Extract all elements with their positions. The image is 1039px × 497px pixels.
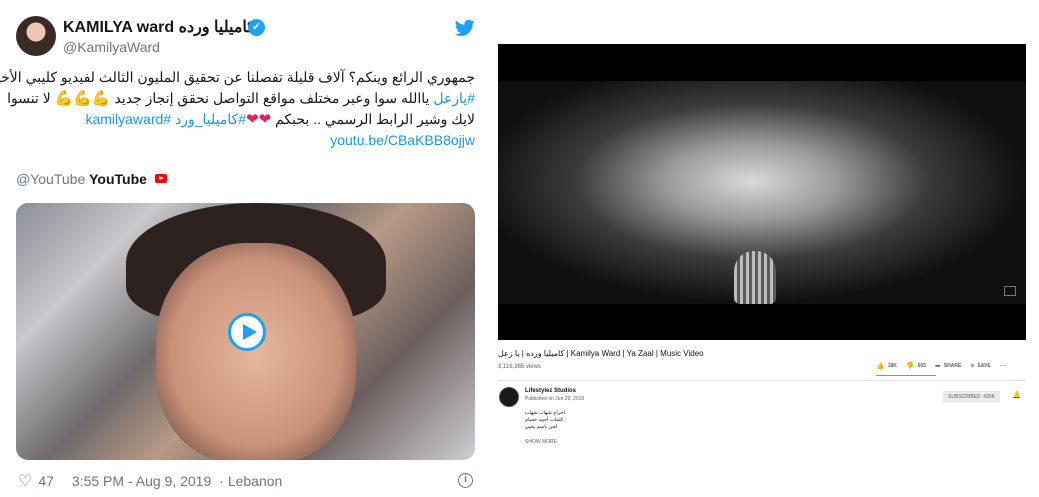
save-button[interactable]: ≡ SAVE <box>970 363 990 370</box>
youtube-logo-icon <box>154 174 167 183</box>
bell-icon[interactable]: 🔔 <box>1012 391 1021 399</box>
watermark-icon <box>1004 286 1016 296</box>
channel-avatar[interactable] <box>499 387 519 407</box>
description-line-2: كلمات أحمد حسام <box>525 417 564 423</box>
tweet-card: KAMILYA ward كاميليا ورده ✓ @KamilyaWard… <box>0 0 490 497</box>
video-description: اخراج شهاب شهاب كلمات أحمد حسام لحن باسم… <box>525 410 565 431</box>
display-name[interactable]: KAMILYA ward كاميليا ورده <box>63 17 255 37</box>
like-count[interactable]: 47 <box>38 473 54 489</box>
view-count: 3,116,365 views <box>498 364 541 370</box>
subscribed-label: SUBSCRIBED <box>948 394 981 400</box>
share-icon: ➦ <box>934 363 941 370</box>
video-title: كاميليا ورده | يا زعل | Kamilya Ward | Y… <box>498 349 704 358</box>
red-heart-emoji: ❤❤ <box>246 111 272 128</box>
description-line-3: لحن باسم يحيى <box>525 424 558 430</box>
like-button[interactable]: 👍 18K <box>876 362 897 370</box>
tweet-text: جمهوري الرائع وينكم؟ آلاف قليلة تفصلنا ع… <box>0 67 475 151</box>
description-line-1: اخراج شهاب شهاب <box>524 410 565 416</box>
tweet-text-line-3-body: لايك وشير الرابط الرسمي .. بحبكم <box>271 111 475 127</box>
thumb-down-icon: 👎 <box>905 363 915 370</box>
published-date: Published on Jun 29, 2019 <box>525 396 585 402</box>
quoted-handle: @YouTube <box>16 171 86 187</box>
quoted-name: YouTube <box>89 171 147 187</box>
timestamp[interactable]: 3:55 PM - Aug 9, 2019 <box>72 473 211 489</box>
show-more-button[interactable]: SHOW MORE <box>525 439 557 445</box>
like-ratio-bar <box>876 375 936 376</box>
youtube-url-link[interactable]: youtu.be/CBaKBB8ojjw <box>330 132 475 148</box>
tweet-text-line-2-body: ياالله سوا وعبر مختلف مواقع التواصل نحقق… <box>110 90 434 106</box>
more-button[interactable]: ⋯ <box>1000 362 1007 370</box>
twitter-bird-icon[interactable] <box>455 19 475 37</box>
tweet-text-line-2: #يازعل ياالله سوا وعبر مختلف مواقع التوا… <box>7 88 475 109</box>
tweet-text-line-1: جمهوري الرائع وينكم؟ آلاف قليلة تفصلنا ع… <box>0 69 475 85</box>
subscribed-button[interactable]: SUBSCRIBED 439K <box>943 391 1000 403</box>
microphone-image <box>734 251 776 304</box>
verified-icon: ✓ <box>248 19 265 36</box>
tweet-text-line-3: لايك وشير الرابط الرسمي .. بحبكم ❤❤#كامي… <box>16 109 475 130</box>
share-label: SHARE <box>943 363 962 369</box>
more-icon: ⋯ <box>999 363 1007 370</box>
thumbnail-face <box>156 243 356 460</box>
avatar[interactable] <box>16 16 56 56</box>
divider <box>498 380 1026 381</box>
location[interactable]: Lebanon <box>228 473 283 489</box>
youtube-screenshot: كاميليا ورده | يا زعل | Kamilya Ward | Y… <box>498 44 1026 464</box>
save-icon: ≡ <box>970 362 975 370</box>
like-count-label: 18K <box>887 363 897 369</box>
user-handle[interactable]: @KamilyaWard <box>63 39 160 55</box>
play-icon[interactable] <box>228 313 266 351</box>
thumb-up-icon: 👍 <box>876 363 885 370</box>
video-thumbnail[interactable] <box>16 203 475 460</box>
info-icon[interactable]: i <box>458 473 473 488</box>
hashtag-yazaal-link[interactable]: #يازعل <box>433 90 475 106</box>
flexed-biceps-emoji: 💪💪💪 <box>54 90 111 107</box>
channel-name[interactable]: Lifestylez Studios <box>525 388 576 394</box>
video-actions: 👍 18K 👎 603 ➦ SHARE ≡ SAVE ⋯ <box>876 362 1007 371</box>
video-player[interactable] <box>498 44 1026 340</box>
hashtag-kamilya-link[interactable]: #كاميليا_ورد <box>175 111 246 127</box>
video-frame <box>498 81 1026 304</box>
heart-outline-icon[interactable]: ♡ <box>18 471 32 491</box>
tweet-url-line: youtu.be/CBaKBB8ojjw <box>16 130 475 151</box>
hashtag-kamilyaward-link[interactable]: #kamilyaward <box>85 111 171 127</box>
subscriber-count: 439K <box>983 394 995 400</box>
tweet-text-line-2-end: لا تنسوا <box>7 90 55 106</box>
dislike-button[interactable]: 👎 603 <box>906 362 926 370</box>
quoted-source[interactable]: @YouTube YouTube <box>16 171 167 187</box>
share-button[interactable]: ➦ SHARE <box>935 362 961 370</box>
tweet-footer: ♡ 47 3:55 PM - Aug 9, 2019 · Lebanon <box>18 471 282 491</box>
dislike-count-label: 603 <box>917 363 926 369</box>
footer-separator: · <box>219 473 224 489</box>
save-label: SAVE <box>977 363 991 369</box>
